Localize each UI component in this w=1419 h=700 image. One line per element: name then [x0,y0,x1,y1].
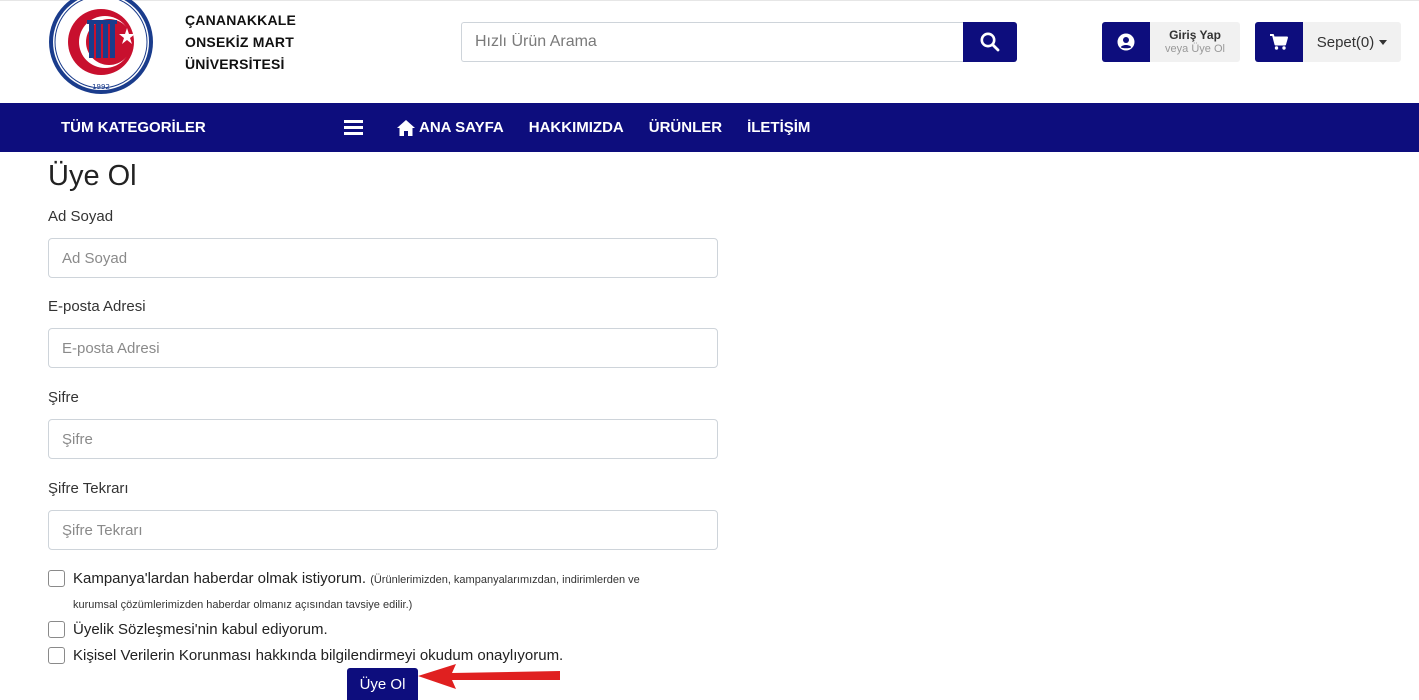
membership-checkbox[interactable] [48,621,65,638]
cart-label: Sepet(0) [1316,33,1375,51]
email-label: E-posta Adresi [48,298,146,315]
fullname-input[interactable] [48,238,718,278]
campaign-consent-text: Kampanya'lardan haberdar olmak istiyorum… [73,569,640,590]
home-icon [397,119,415,136]
password-input[interactable] [48,419,718,459]
all-categories-link[interactable]: TÜM KATEGORİLER [61,103,206,152]
kvkk-link[interactable]: Kişisel Verilerin Korunması [73,647,251,664]
main-navbar: TÜM KATEGORİLER ANA SAYFA HAKKIMIZDA ÜRÜ… [0,103,1419,152]
campaign-note: (Ürünlerimizden, kampanyalarımızdan, ind… [370,574,640,586]
cart-dropdown[interactable]: Sepet(0) [1303,22,1401,62]
membership-consent-text: Üyelik Sözleşmesi'nin kabul ediyorum. [73,620,328,640]
nav-products[interactable]: ÜRÜNLER [649,119,722,136]
membership-text: 'nin kabul ediyorum. [194,621,328,638]
password-label: Şifre [48,389,79,406]
kvkk-checkbox[interactable] [48,647,65,664]
register-submit-button[interactable]: Üye Ol [347,668,418,700]
brand-line-3: ÜNİVERSİTESİ [185,56,285,72]
campaign-link[interactable]: Kampanya [73,570,145,587]
red-arrow-annotation [418,664,560,689]
brand-line-1: ÇANANAKKALE [185,12,297,28]
password-confirm-input[interactable] [48,510,718,550]
page-title: Üye Ol [48,160,137,192]
register-sublabel: veya Üye Ol [1165,43,1225,55]
nav-home[interactable]: ANA SAYFA [396,119,504,137]
campaign-consent-row: Kampanya'lardan haberdar olmak istiyorum… [48,569,640,590]
nav-home-label: ANA SAYFA [419,119,504,136]
cart-icon-box [1255,22,1303,62]
nav-links: ANA SAYFA HAKKIMIZDA ÜRÜNLER İLETİŞİM [396,103,835,152]
brand-name[interactable]: ÇANANAKKALE ONSEKİZ MART ÜNİVERSİTESİ [185,9,296,75]
chevron-down-icon [1379,39,1388,45]
user-circle-icon [1117,33,1135,51]
login-button[interactable]: Giriş Yap veya Üye Ol [1102,22,1240,62]
login-text: Giriş Yap veya Üye Ol [1150,22,1240,62]
search-icon [980,32,1000,52]
search-bar [461,22,1017,62]
fullname-label: Ad Soyad [48,208,114,225]
university-logo[interactable]: 1992 [47,0,155,96]
password-confirm-label: Şifre Tekrarı [48,480,129,497]
hamburger-menu-icon[interactable] [344,120,363,135]
seal-icon: 1992 [49,0,153,94]
login-label: Giriş Yap [1169,28,1221,42]
nav-contact[interactable]: İLETİŞİM [747,119,810,136]
campaign-checkbox[interactable] [48,570,65,587]
email-input[interactable] [48,328,718,368]
cart-icon [1270,34,1288,50]
campaign-note-cont: kurumsal çözümlerimizden haberdar olmanı… [73,599,413,611]
nav-about[interactable]: HAKKIMIZDA [529,119,624,136]
search-button[interactable] [963,22,1017,62]
brand-line-2: ONSEKİZ MART [185,34,294,50]
login-icon-box [1102,22,1150,62]
top-border [0,0,1419,5]
membership-agreement-row: Üyelik Sözleşmesi'nin kabul ediyorum. [48,620,328,640]
search-input[interactable] [461,22,963,62]
campaign-text: 'lardan haberdar olmak istiyorum. [144,570,367,587]
membership-agreement-link[interactable]: Üyelik Sözleşmesi [73,621,195,638]
cart-button[interactable]: Sepet(0) [1255,22,1401,62]
logo-year: 1992 [92,83,110,91]
